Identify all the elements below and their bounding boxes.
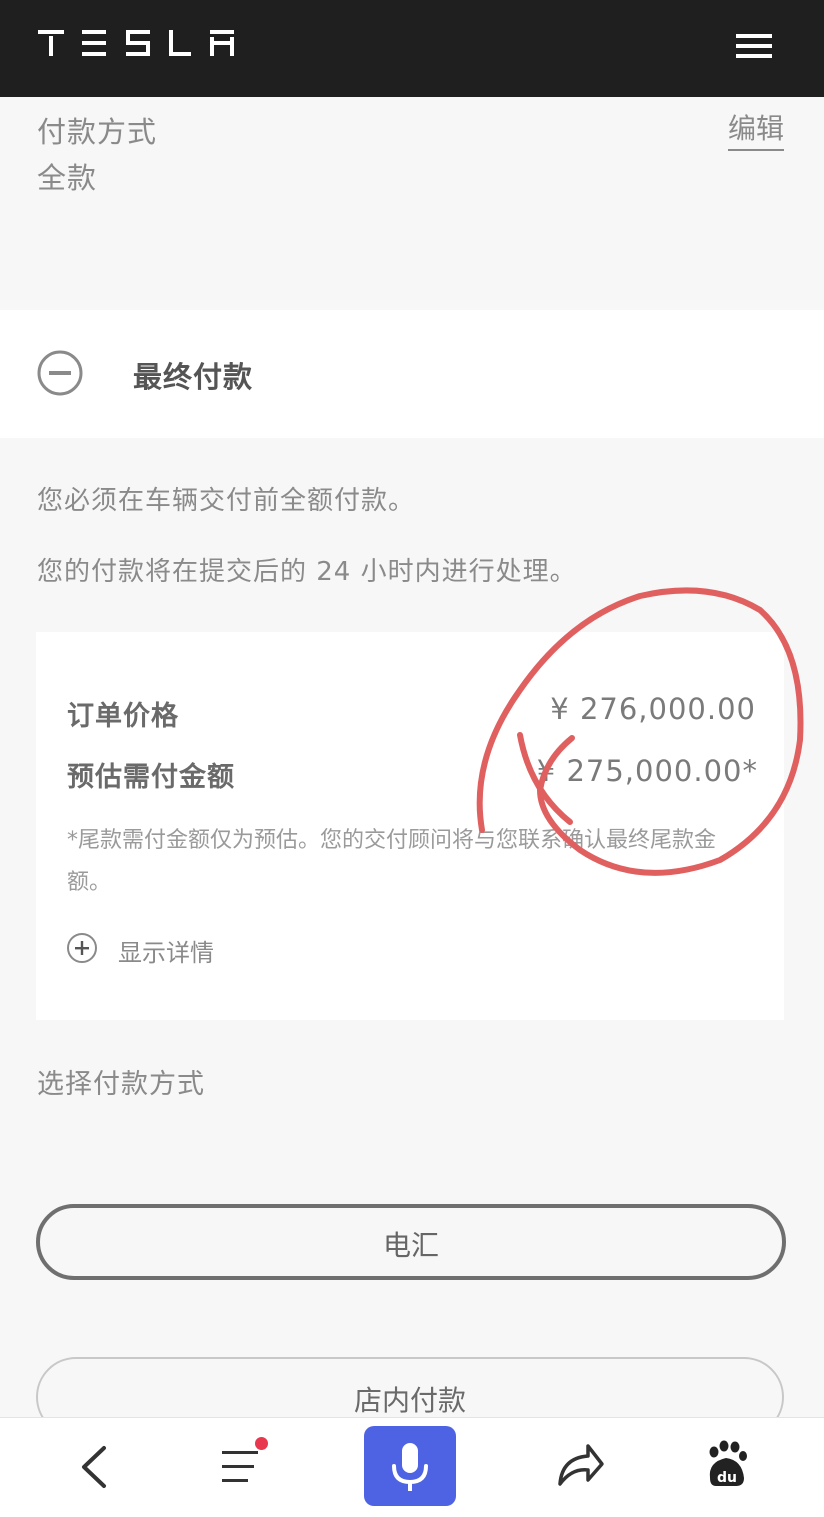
in-store-payment-label: 店内付款 bbox=[353, 1384, 466, 1417]
top-header bbox=[0, 0, 824, 97]
hamburger-icon[interactable] bbox=[732, 30, 776, 62]
show-details-label: 显示详情 bbox=[118, 939, 214, 967]
payment-method-label: 付款方式 bbox=[37, 115, 158, 149]
final-payment-title: 最终付款 bbox=[133, 360, 254, 394]
estimate-footnote: *尾款需付金额仅为预估。您的交付顾问将与您联系确认最终尾款金额。 bbox=[67, 828, 717, 895]
microphone-icon bbox=[392, 1443, 428, 1491]
estimated-amount-label: 预估需付金额 bbox=[67, 762, 235, 793]
order-price-label: 订单价格 bbox=[67, 701, 179, 732]
menu-icon[interactable] bbox=[212, 1418, 272, 1517]
price-summary-card: 订单价格 ¥ 276,000.00 预估需付金额 ¥ 275,000.00* *… bbox=[36, 632, 784, 1020]
wire-transfer-button[interactable]: 电汇 bbox=[36, 1204, 786, 1280]
edit-link[interactable]: 编辑 bbox=[727, 107, 784, 151]
select-payment-method-label: 选择付款方式 bbox=[37, 1069, 205, 1100]
share-icon[interactable] bbox=[552, 1418, 608, 1517]
order-price-value: ¥ 276,000.00 bbox=[550, 692, 756, 726]
final-payment-header[interactable]: 最终付款 bbox=[0, 310, 824, 438]
plus-circle-icon[interactable] bbox=[66, 932, 98, 964]
browser-bottom-bar: du bbox=[0, 1417, 824, 1517]
wire-transfer-label: 电汇 bbox=[382, 1229, 439, 1262]
processing-notice: 您的付款将在提交后的 24 小时内进行处理。 bbox=[37, 557, 577, 587]
payment-method-summary: 付款方式 全款 编辑 bbox=[0, 97, 824, 307]
voice-search-button[interactable] bbox=[364, 1426, 456, 1506]
notification-badge bbox=[255, 1437, 268, 1450]
baidu-paw-icon[interactable]: du bbox=[698, 1418, 754, 1517]
estimated-amount-value: ¥ 275,000.00* bbox=[536, 754, 758, 788]
full-payment-notice: 您必须在车辆交付前全额付款。 bbox=[37, 486, 416, 516]
minus-circle-icon[interactable] bbox=[36, 349, 84, 397]
back-icon[interactable] bbox=[66, 1418, 122, 1517]
payment-method-value: 全款 bbox=[37, 161, 98, 195]
tesla-logo[interactable] bbox=[38, 30, 238, 56]
baidu-text: du bbox=[717, 1470, 737, 1486]
